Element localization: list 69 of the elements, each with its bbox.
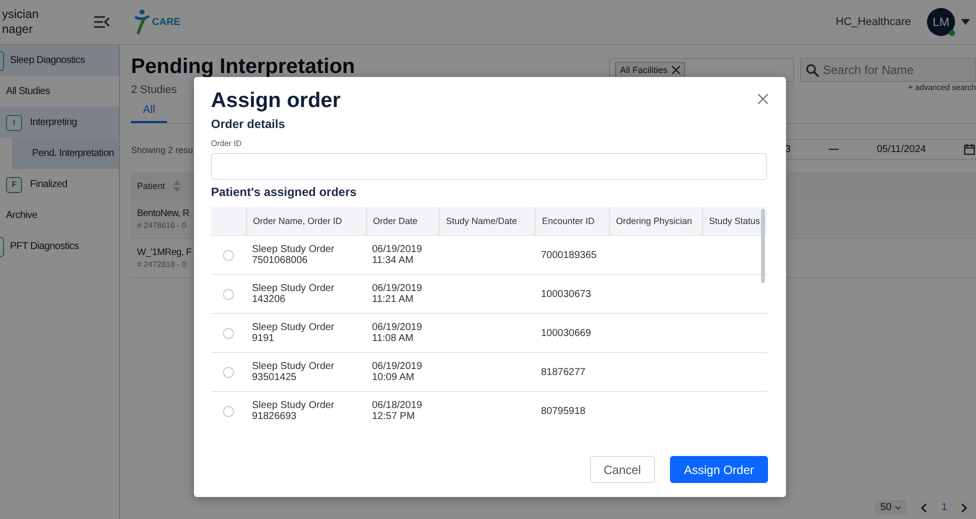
table-cell-text: 100030673 bbox=[540, 288, 592, 300]
logo-text: CARE bbox=[152, 16, 180, 28]
sidebar-item[interactable]: F Finalized bbox=[0, 169, 119, 200]
patient-name[interactable]: BentoNew, R bbox=[137, 208, 190, 219]
column-header: Ordering Physician bbox=[609, 207, 702, 235]
sidebar-item[interactable]: Pend. Interpretation bbox=[12, 138, 119, 169]
column-header: Encounter ID bbox=[535, 207, 609, 235]
section-heading: Patient's assigned orders bbox=[211, 185, 358, 199]
previous-page-icon[interactable] bbox=[920, 502, 928, 512]
calendar-icon[interactable] bbox=[964, 144, 975, 155]
sidebar-item[interactable]: All Studies bbox=[0, 76, 119, 107]
section-heading: Order details bbox=[211, 117, 286, 131]
close-icon[interactable] bbox=[672, 66, 680, 74]
close-icon[interactable] bbox=[758, 94, 768, 104]
table-cell-text: Sleep Study Order 91826693 bbox=[251, 400, 336, 422]
table-cell-text: 06/18/2019 12:57 PM bbox=[371, 400, 424, 422]
table-cell-text: 7000189365 bbox=[540, 250, 598, 260]
table-cell-text: Sleep Study Order 7501068006 bbox=[251, 244, 336, 266]
logo-figure-icon bbox=[134, 9, 150, 35]
column-header: Order Name, Order ID bbox=[246, 207, 366, 235]
scrollbar[interactable] bbox=[761, 209, 765, 283]
order-id-input[interactable] bbox=[211, 153, 767, 180]
patient-id: # 2478616 - 0 bbox=[137, 221, 186, 230]
facility-chip[interactable]: All Facilities bbox=[615, 62, 685, 78]
radio-button[interactable] bbox=[223, 328, 234, 338]
dialog-title: Assign order bbox=[211, 89, 341, 113]
radio-button[interactable] bbox=[223, 406, 234, 416]
results-summary: Showing 2 resu bbox=[131, 144, 194, 154]
page-size-select[interactable]: 50 bbox=[875, 500, 906, 515]
sidebar-item[interactable]: I Interpreting bbox=[0, 107, 119, 138]
caret-icon[interactable] bbox=[961, 19, 970, 25]
field-label: Order ID bbox=[211, 139, 243, 148]
column-header: Study Name/Date bbox=[439, 207, 535, 235]
study-count: 2 Studies bbox=[131, 84, 178, 96]
column-header: Order Date bbox=[366, 207, 439, 235]
table-cell-text: Sleep Study Order 93501425 bbox=[251, 361, 336, 383]
radio-button[interactable] bbox=[223, 366, 234, 378]
sidebar-item[interactable]: Archive bbox=[0, 200, 119, 231]
advanced-search-link[interactable]: + advanced search bbox=[908, 83, 976, 92]
table-cell-text: 06/19/2019 10:09 AM bbox=[371, 361, 424, 383]
table-cell-text: 06/19/2019 11:08 AM bbox=[371, 322, 424, 344]
menu-collapse-icon[interactable] bbox=[94, 16, 110, 28]
organization-name: HC_Healthcare bbox=[836, 16, 911, 28]
tab[interactable]: All bbox=[131, 104, 168, 123]
table-cell-text: 06/19/2019 11:21 AM bbox=[371, 283, 424, 305]
table-cell-text: 80795918 bbox=[540, 406, 586, 416]
sidebar-item[interactable]: Sleep Diagnostics bbox=[0, 45, 119, 76]
page-title: Pending Interpretation bbox=[131, 55, 356, 79]
next-page-icon[interactable] bbox=[961, 502, 968, 512]
app-title: ysician nager bbox=[1, 7, 39, 37]
cancel-button[interactable]: Cancel bbox=[590, 456, 655, 483]
sidebar-item[interactable]: PFT Diagnostics bbox=[0, 231, 119, 262]
column-header[interactable]: Patient bbox=[137, 180, 182, 192]
table-cell-text: 06/19/2019 11:34 AM bbox=[371, 244, 424, 266]
table-cell-text: Sleep Study Order 143206 bbox=[251, 283, 336, 305]
radio-button[interactable] bbox=[223, 250, 234, 260]
page-number[interactable]: 1 bbox=[941, 502, 947, 513]
user-avatar[interactable]: LM bbox=[927, 8, 955, 36]
table-cell-text: Sleep Study Order 9191 bbox=[251, 322, 336, 344]
chevron-down-icon bbox=[895, 506, 902, 510]
patient-name[interactable]: W_'1MReg, F bbox=[137, 247, 192, 258]
search-field[interactable]: Search for Name bbox=[800, 58, 976, 82]
table-cell-text: 81876277 bbox=[540, 366, 586, 378]
patient-id: # 2472818 - 0 bbox=[137, 260, 186, 269]
radio-button[interactable] bbox=[223, 288, 234, 300]
search-icon bbox=[806, 64, 819, 77]
table-cell-text: 100030669 bbox=[540, 328, 592, 338]
assign-order-button[interactable]: Assign Order bbox=[670, 456, 768, 483]
sort-icon[interactable] bbox=[173, 180, 182, 192]
